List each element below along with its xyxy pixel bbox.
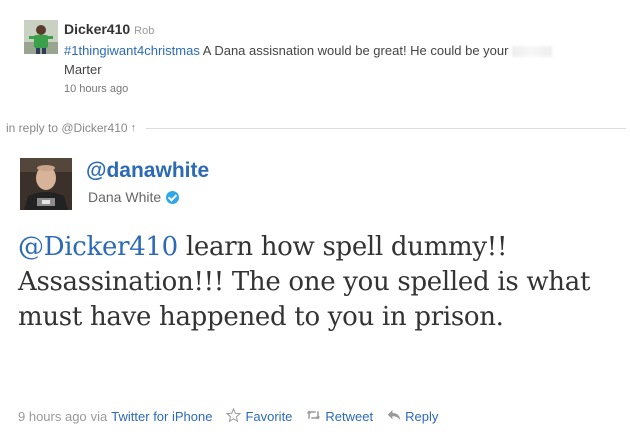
parent-tweet-text-end: Marter [64, 62, 102, 77]
tweet-timestamp[interactable]: 9 hours ago [18, 409, 87, 424]
up-arrow-icon: ↑ [130, 122, 137, 134]
parent-timestamp[interactable]: 10 hours ago [64, 83, 624, 95]
parent-tweet-body: Dicker410 Rob #1thingiwant4christmas A Da… [64, 20, 624, 95]
dana-avatar-icon [20, 158, 72, 210]
parent-tweet-text-body: A Dana assisnation would be great! He co… [199, 43, 513, 58]
reply-arrow-icon [387, 409, 401, 424]
favorite-button[interactable]: Favorite [226, 407, 293, 425]
in-reply-to-link[interactable]: in reply to @Dicker410 [6, 121, 128, 135]
person-avatar-icon [24, 20, 58, 54]
retweet-icon [306, 409, 321, 424]
reply-button[interactable]: Reply [387, 409, 438, 424]
user-handle[interactable]: @danawhite [86, 159, 209, 183]
retweet-button[interactable]: Retweet [306, 409, 373, 424]
star-icon [226, 407, 242, 425]
parent-display-name: Rob [134, 25, 155, 37]
verified-badge-icon [166, 190, 180, 204]
tweet-text: @Dicker410 learn how spell dummy!! Assas… [18, 230, 614, 335]
via-text: via [90, 409, 108, 424]
retweet-label: Retweet [325, 409, 374, 424]
favorite-label: Favorite [245, 409, 293, 424]
user-fullname: Dana White [88, 189, 180, 205]
hashtag-link[interactable]: #1thingiwant4christmas [64, 43, 200, 58]
parent-avatar[interactable] [24, 20, 58, 54]
source-link[interactable]: Twitter for iPhone [111, 409, 212, 424]
in-reply-divider: in reply to @Dicker410 ↑ [6, 121, 626, 135]
user-fullname-text: Dana White [88, 189, 162, 205]
mention-link[interactable]: @Dicker410 [18, 232, 178, 262]
redacted-text [512, 46, 553, 58]
user-avatar[interactable] [20, 158, 72, 210]
divider-line [146, 127, 626, 129]
reply-label: Reply [405, 409, 439, 424]
parent-tweet-text: #1thingiwant4christmas A Dana assisnatio… [64, 41, 624, 79]
tweet-footer: 9 hours ago via Twitter for iPhone Favor… [18, 407, 438, 425]
parent-username[interactable]: Dicker410 [64, 21, 130, 37]
